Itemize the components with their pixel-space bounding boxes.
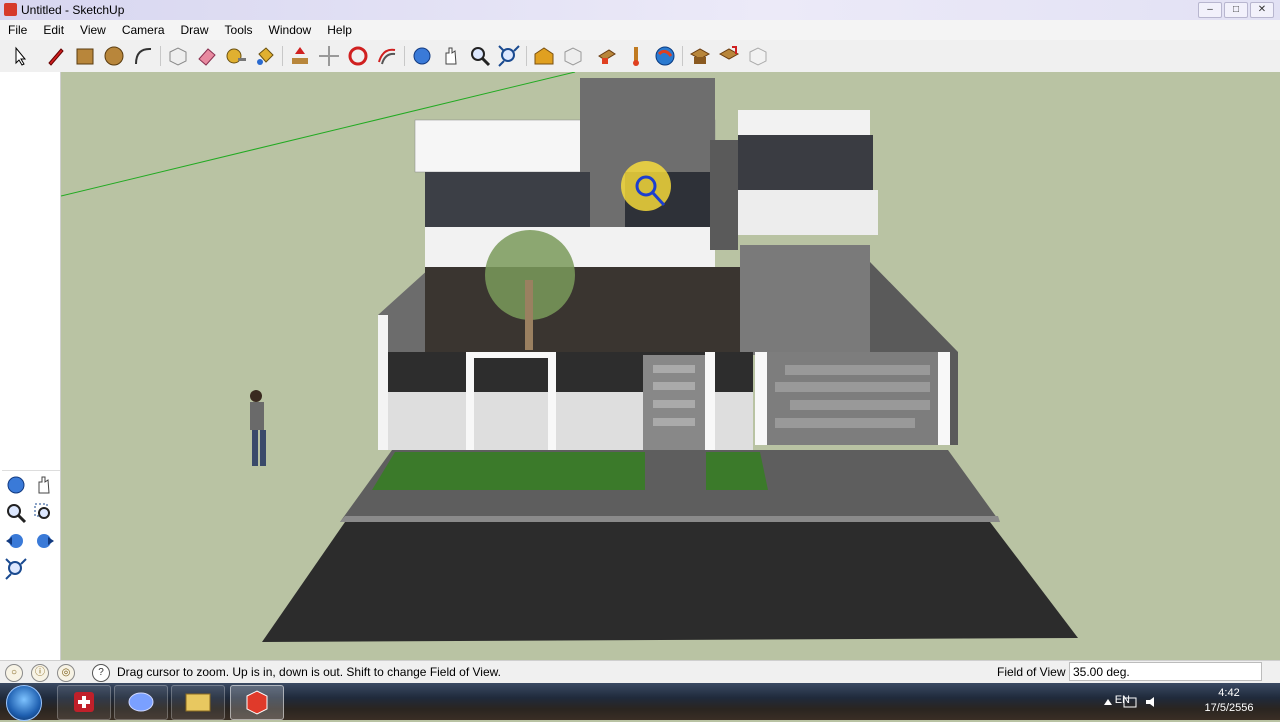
next-view-icon[interactable] bbox=[32, 529, 56, 553]
eraser-icon[interactable] bbox=[195, 44, 219, 68]
zoom-window-icon[interactable] bbox=[32, 501, 56, 525]
previous-view-icon[interactable] bbox=[4, 529, 28, 553]
arc-icon[interactable] bbox=[131, 44, 155, 68]
warehouse-icon[interactable] bbox=[532, 44, 556, 68]
menu-camera[interactable]: Camera bbox=[114, 20, 173, 40]
tray-icons[interactable] bbox=[1102, 696, 1162, 708]
pencil-icon[interactable] bbox=[44, 44, 68, 68]
menu-window[interactable]: Window bbox=[261, 20, 320, 40]
browser-icon[interactable] bbox=[114, 685, 168, 720]
send-to-layout-icon[interactable] bbox=[717, 44, 741, 68]
file-explorer-icon[interactable] bbox=[171, 685, 225, 720]
get-photo-texture-icon[interactable] bbox=[624, 44, 648, 68]
geo-location-status-icon[interactable]: ○ bbox=[5, 664, 23, 682]
measurements-input[interactable]: 35.00 deg. bbox=[1069, 662, 1262, 681]
add-app-icon[interactable] bbox=[57, 685, 111, 720]
rectangle-icon[interactable] bbox=[73, 44, 97, 68]
paint-bucket-icon[interactable] bbox=[253, 44, 277, 68]
zoom-icon[interactable] bbox=[468, 44, 492, 68]
measurements-label: Field of View bbox=[997, 665, 1066, 679]
component-icon[interactable] bbox=[595, 44, 619, 68]
orbit-icon[interactable] bbox=[410, 44, 434, 68]
os-taskbar: EN 4:42 17/5/2556 bbox=[0, 683, 1280, 721]
geo-location-icon[interactable] bbox=[653, 44, 677, 68]
move-icon[interactable] bbox=[317, 44, 341, 68]
left-tool-panel bbox=[0, 72, 61, 660]
menu-bar: File Edit View Camera Draw Tools Window … bbox=[0, 20, 1280, 40]
zoom-extents-icon[interactable] bbox=[4, 557, 28, 581]
menu-draw[interactable]: Draw bbox=[173, 20, 217, 40]
select-icon[interactable] bbox=[8, 44, 32, 68]
start-button[interactable] bbox=[6, 685, 42, 721]
sketchup-icon[interactable] bbox=[230, 685, 284, 720]
main-toolbar bbox=[0, 40, 1280, 73]
menu-edit[interactable]: Edit bbox=[35, 20, 72, 40]
status-bar: ○ ⓘ ◎ ? Drag cursor to zoom. Up is in, d… bbox=[0, 660, 1280, 684]
offset-icon[interactable] bbox=[375, 44, 399, 68]
extension-warehouse-icon[interactable] bbox=[688, 44, 712, 68]
menu-file[interactable]: File bbox=[0, 20, 35, 40]
pan-icon[interactable] bbox=[32, 473, 56, 497]
zoom-extents-icon[interactable] bbox=[497, 44, 521, 68]
pan-icon[interactable] bbox=[439, 44, 463, 68]
help-icon[interactable]: ? bbox=[92, 664, 110, 682]
camera-palette bbox=[2, 470, 60, 587]
status-hint: Drag cursor to zoom. Up is in, down is o… bbox=[117, 665, 501, 679]
circle-icon[interactable] bbox=[102, 44, 126, 68]
clock-time: 4:42 bbox=[1218, 687, 1240, 699]
push-pull-icon[interactable] bbox=[288, 44, 312, 68]
menu-tools[interactable]: Tools bbox=[217, 20, 261, 40]
make-component-icon[interactable] bbox=[166, 44, 190, 68]
title-bar: Untitled - SketchUp – □ ✕ bbox=[0, 0, 1280, 20]
export-icon[interactable] bbox=[746, 44, 770, 68]
orbit-icon[interactable] bbox=[4, 473, 28, 497]
system-clock[interactable]: 4:42 17/5/2556 bbox=[1198, 686, 1260, 716]
sketchup-app-icon bbox=[4, 3, 17, 16]
minimize-button[interactable]: – bbox=[1198, 2, 1222, 18]
house-model-scene bbox=[61, 72, 1078, 642]
maximize-button[interactable]: □ bbox=[1224, 2, 1248, 18]
share-model-icon[interactable] bbox=[561, 44, 585, 68]
clock-date: 17/5/2556 bbox=[1204, 702, 1254, 714]
model-viewport[interactable] bbox=[61, 72, 1280, 660]
menu-view[interactable]: View bbox=[72, 20, 114, 40]
user-status-icon[interactable]: ◎ bbox=[57, 664, 75, 682]
window-title: Untitled - SketchUp bbox=[21, 3, 125, 17]
rotate-icon[interactable] bbox=[346, 44, 370, 68]
close-button[interactable]: ✕ bbox=[1250, 2, 1274, 18]
zoom-icon[interactable] bbox=[4, 501, 28, 525]
credits-status-icon[interactable]: ⓘ bbox=[31, 664, 49, 682]
tape-measure-icon[interactable] bbox=[224, 44, 248, 68]
menu-help[interactable]: Help bbox=[319, 20, 360, 40]
